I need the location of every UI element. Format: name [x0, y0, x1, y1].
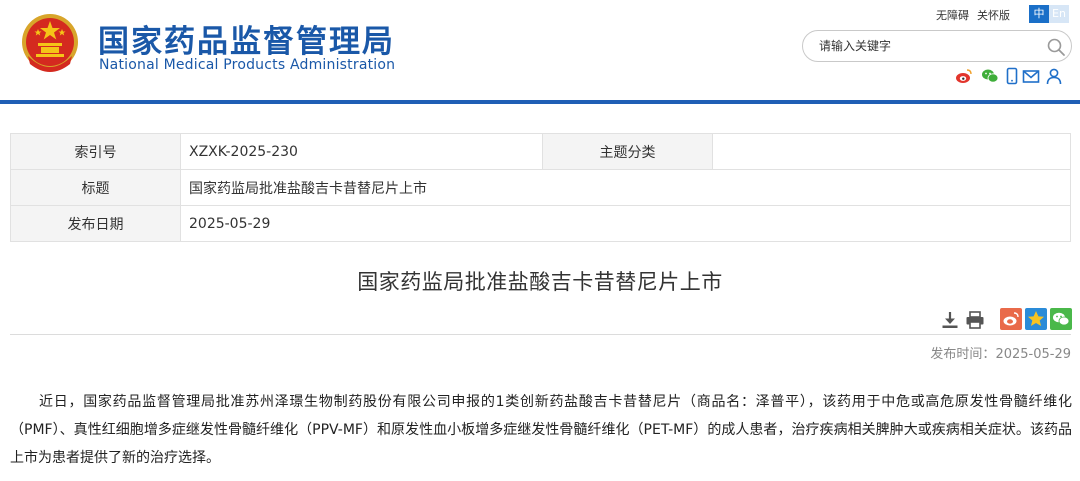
mail-icon[interactable] — [1022, 67, 1040, 85]
category-value — [712, 133, 1071, 170]
search-box — [802, 30, 1072, 62]
site-title-cn[interactable]: 国家药品监督管理局 — [98, 16, 395, 61]
share-wechat-icon[interactable] — [1050, 308, 1072, 330]
lang-zh-button[interactable]: 中 — [1029, 5, 1049, 23]
publish-time-label: 发布时间： — [930, 347, 996, 362]
date-label: 发布日期 — [10, 205, 181, 242]
info-table: 索引号 XZXK-2025-230 主题分类 标题 国家药监局批准盐酸吉卡昔替尼… — [10, 133, 1071, 242]
publish-time-value: 2025-05-29 — [995, 347, 1071, 362]
download-icon[interactable] — [940, 310, 960, 330]
wechat-icon[interactable] — [981, 67, 999, 85]
print-icon[interactable] — [965, 310, 985, 330]
share-weibo-icon[interactable] — [1000, 308, 1022, 330]
table-row: 索引号 XZXK-2025-230 主题分类 — [10, 133, 1071, 170]
title-label: 标题 — [10, 169, 181, 206]
article-body: 近日，国家药品监督管理局批准苏州泽璟生物制药股份有限公司申报的1类创新药盐酸吉卡… — [10, 394, 1072, 466]
publish-time: 发布时间：2025-05-29 — [930, 343, 1071, 362]
title-value: 国家药监局批准盐酸吉卡昔替尼片上市 — [180, 169, 1071, 206]
share-qzone-icon[interactable] — [1025, 308, 1047, 330]
header-divider — [0, 100, 1080, 104]
table-row: 标题 国家药监局批准盐酸吉卡昔替尼片上市 — [10, 169, 1071, 206]
article-divider — [10, 334, 1071, 335]
accessibility-link[interactable]: 无障碍 — [936, 7, 969, 23]
date-value: 2025-05-29 — [180, 205, 1071, 242]
category-label: 主题分类 — [542, 133, 713, 170]
mobile-icon[interactable] — [1003, 67, 1021, 85]
search-input[interactable] — [819, 36, 1039, 56]
article-title: 国家药监局批准盐酸吉卡昔替尼片上市 — [357, 270, 723, 294]
site-header: 国家药品监督管理局 National Medical Products Admi… — [0, 0, 1080, 100]
national-emblem-logo[interactable] — [20, 12, 80, 74]
index-label: 索引号 — [10, 133, 181, 170]
elder-mode-link[interactable]: 关怀版 — [977, 7, 1010, 23]
weibo-icon[interactable] — [955, 67, 973, 85]
site-title-en[interactable]: National Medical Products Administration — [99, 57, 395, 73]
lang-en-button[interactable]: En — [1049, 5, 1069, 23]
index-value: XZXK-2025-230 — [180, 133, 543, 170]
search-icon[interactable] — [1046, 37, 1066, 57]
table-row: 发布日期 2025-05-29 — [10, 205, 1071, 242]
user-icon[interactable] — [1045, 67, 1063, 85]
